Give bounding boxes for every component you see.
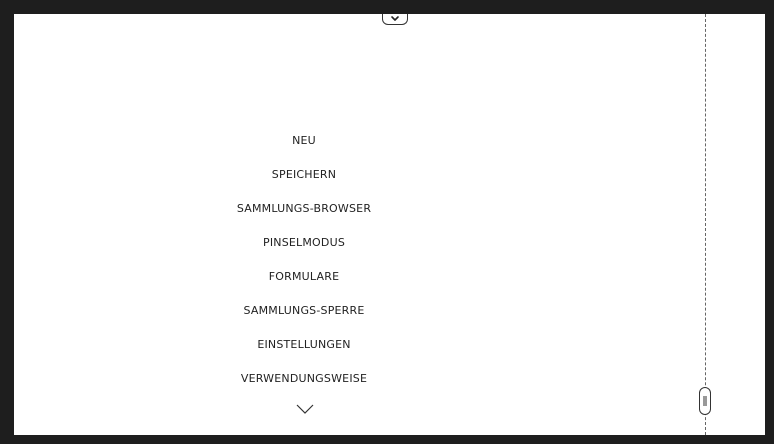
menu-more-button[interactable] <box>296 403 314 415</box>
menu-item-verwendungsweise[interactable]: VERWENDUNGSWEISE <box>204 369 404 403</box>
scroll-handle[interactable] <box>699 387 711 415</box>
main-menu: NEU SPEICHERN SAMMLUNGS-BROWSER PINSELMO… <box>204 131 404 403</box>
menu-item-einstellungen[interactable]: EINSTELLUNGEN <box>204 335 404 369</box>
canvas-screen: NEU SPEICHERN SAMMLUNGS-BROWSER PINSELMO… <box>14 14 765 435</box>
panel-divider <box>705 14 706 435</box>
menu-item-sammlungs-browser[interactable]: SAMMLUNGS-BROWSER <box>204 199 404 233</box>
menu-item-formulare[interactable]: FORMULARE <box>204 267 404 301</box>
grip-icon <box>703 396 707 406</box>
menu-item-sammlungs-sperre[interactable]: SAMMLUNGS-SPERRE <box>204 301 404 335</box>
menu-item-neu[interactable]: NEU <box>204 131 404 165</box>
menu-item-pinselmodus[interactable]: PINSELMODUS <box>204 233 404 267</box>
menu-item-speichern[interactable]: SPEICHERN <box>204 165 404 199</box>
top-panel-toggle[interactable] <box>382 14 408 25</box>
chevron-down-icon <box>391 15 399 21</box>
chevron-down-icon <box>296 404 314 414</box>
